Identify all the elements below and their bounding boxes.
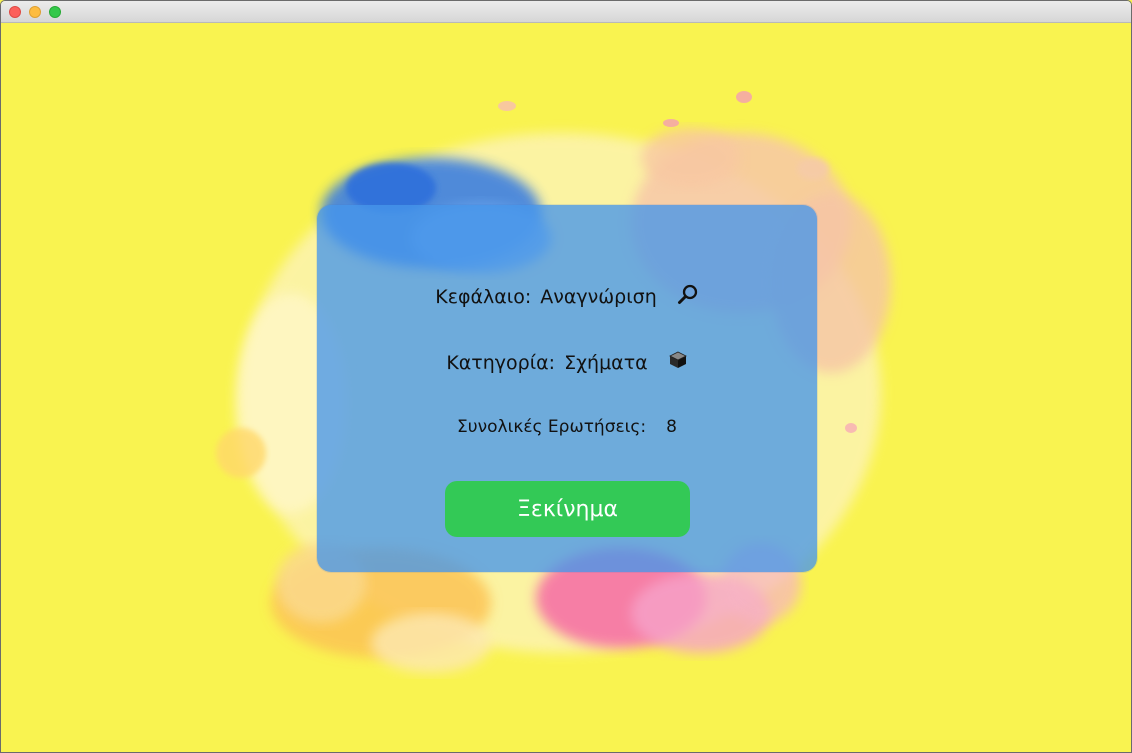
total-questions-value: 8 [666,417,677,437]
total-questions-label: Συνολικές Ερωτήσεις: [457,417,647,437]
category-value: Σχήματα [564,351,648,374]
chapter-row: Κεφάλαιο: Αναγνώριση [317,283,817,310]
close-window-button[interactable] [9,6,21,18]
category-row: Κατηγορία: Σχήματα [317,350,817,375]
title-bar[interactable] [1,1,1131,23]
cube-icon [668,350,688,375]
chapter-value: Αναγνώριση [540,285,657,308]
app-window: Κεφάλαιο: Αναγνώριση Κατηγορία: Σχήματα [0,0,1132,753]
magnifier-icon [677,283,699,310]
start-button[interactable]: Ξεκίνημα [445,481,690,537]
main-content: Κεφάλαιο: Αναγνώριση Κατηγορία: Σχήματα [1,23,1131,752]
minimize-window-button[interactable] [29,6,41,18]
quiz-info-card: Κεφάλαιο: Αναγνώριση Κατηγορία: Σχήματα [317,205,817,572]
chapter-label: Κεφάλαιο: [435,285,532,308]
category-label: Κατηγορία: [446,351,556,374]
zoom-window-button[interactable] [49,6,61,18]
total-questions-row: Συνολικές Ερωτήσεις: 8 [317,417,817,437]
